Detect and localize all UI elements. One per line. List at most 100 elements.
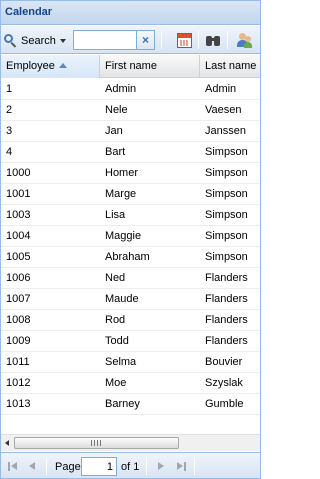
page-count-label: of 1	[121, 461, 140, 473]
clear-search-button[interactable]: ×	[137, 30, 155, 50]
table-cell: 1009	[6, 335, 31, 347]
table-cell: 1013	[6, 398, 31, 410]
table-cell: Bouvier	[205, 356, 243, 368]
table-cell: Todd	[105, 335, 129, 347]
scroll-left-icon[interactable]	[5, 440, 9, 446]
calendar-button[interactable]	[173, 30, 195, 50]
table-row[interactable]: 1013 Barney Gumble	[1, 394, 260, 415]
table-cell: Janssen	[205, 125, 246, 137]
search-input[interactable]	[73, 30, 137, 50]
pager-separator	[146, 458, 147, 475]
table-cell: 1011	[6, 356, 30, 368]
table-cell: Rod	[105, 314, 126, 326]
next-page-icon[interactable]	[155, 461, 167, 473]
table-row[interactable]: 1009 Todd Flanders	[1, 331, 260, 352]
table-row[interactable]: 1001 Marge Simpson	[1, 184, 260, 205]
search-button-label: Search	[21, 34, 56, 47]
toolbar-separator	[227, 31, 228, 49]
last-page-icon[interactable]	[176, 461, 188, 473]
search-menu-button[interactable]: Search	[4, 32, 66, 49]
horizontal-scrollbar[interactable]	[1, 434, 260, 451]
first-page-icon[interactable]	[7, 461, 19, 473]
paging-toolbar: Page of 1	[1, 452, 260, 478]
dropdown-arrow-icon	[59, 38, 66, 43]
table-cell: 1006	[6, 272, 31, 284]
table-cell: Vaesen	[205, 104, 242, 116]
table-row[interactable]: 1004 Maggie Simpson	[1, 226, 260, 247]
table-cell: Flanders	[205, 293, 248, 305]
search-icon	[4, 33, 18, 48]
column-header-first-name[interactable]: First name	[100, 55, 200, 78]
table-row[interactable]: 4 Bart Simpson	[1, 142, 260, 163]
table-row[interactable]: 1 Admin Admin	[1, 79, 260, 100]
table-cell: 3	[6, 125, 13, 137]
table-cell: Abraham	[105, 251, 150, 263]
table-cell: Ned	[105, 272, 126, 284]
table-row[interactable]: 1008 Rod Flanders	[1, 310, 260, 331]
table-cell: Moe	[105, 377, 127, 389]
table-row[interactable]: 1012 Moe Szyslak	[1, 373, 260, 394]
column-header-employee[interactable]: Employee	[1, 55, 100, 78]
table-cell: Simpson	[205, 188, 248, 200]
find-button[interactable]	[202, 30, 224, 50]
previous-page-icon[interactable]	[27, 461, 39, 473]
table-cell: Lisa	[105, 209, 126, 221]
pager-separator	[46, 458, 47, 475]
calendar-panel: Calendar Search × Employee First name La…	[0, 0, 261, 479]
grip-icon	[91, 440, 101, 446]
close-icon: ×	[141, 33, 149, 47]
page-label: Page	[55, 461, 81, 473]
table-cell: 1008	[6, 314, 31, 326]
table-cell: Simpson	[205, 146, 248, 158]
users-button[interactable]	[233, 30, 255, 50]
table-row[interactable]: 2 Nele Vaesen	[1, 100, 260, 121]
page-number-input[interactable]	[81, 457, 117, 476]
table-cell: 1000	[6, 167, 31, 179]
column-header-last-name[interactable]: Last name	[200, 55, 260, 78]
table-cell: Maggie	[105, 230, 142, 242]
table-row[interactable]: 1003 Lisa Simpson	[1, 205, 260, 226]
table-cell: Nele	[105, 104, 128, 116]
table-row[interactable]: 1005 Abraham Simpson	[1, 247, 260, 268]
table-cell: Simpson	[205, 167, 248, 179]
table-cell: Maude	[105, 293, 139, 305]
table-cell: 1	[6, 83, 13, 95]
panel-titlebar: Calendar	[1, 1, 260, 25]
table-cell: 2	[6, 104, 13, 116]
users-icon	[236, 32, 252, 48]
table-row[interactable]: 3 Jan Janssen	[1, 121, 260, 142]
table-cell: Admin	[105, 83, 137, 95]
table-cell: Flanders	[205, 335, 248, 347]
toolbar: Search ×	[1, 26, 260, 54]
table-row[interactable]: 1006 Ned Flanders	[1, 268, 260, 289]
toolbar-separator	[161, 31, 162, 49]
table-cell: 1001	[6, 188, 31, 200]
toolbar-separator	[198, 31, 199, 49]
table-cell: 1003	[6, 209, 31, 221]
column-header-label: Last name	[205, 60, 257, 72]
table-cell: Gumble	[205, 398, 244, 410]
table-cell: Homer	[105, 167, 139, 179]
table-cell: Admin	[205, 83, 237, 95]
table-cell: Flanders	[205, 272, 248, 284]
table-row[interactable]: 1011 Selma Bouvier	[1, 352, 260, 373]
table-cell: Szyslak	[205, 377, 243, 389]
table-row[interactable]: 1000 Homer Simpson	[1, 163, 260, 184]
sort-ascending-icon	[58, 62, 67, 68]
table-cell: Simpson	[205, 251, 248, 263]
table-cell: Barney	[105, 398, 140, 410]
table-row[interactable]: 1007 Maude Flanders	[1, 289, 260, 310]
table-cell: Marge	[105, 188, 137, 200]
table-cell: Simpson	[205, 209, 248, 221]
table-cell: Selma	[105, 356, 137, 368]
panel-title: Calendar	[5, 6, 53, 18]
calendar-icon	[176, 32, 192, 48]
table-cell: Simpson	[205, 230, 248, 242]
binoculars-icon	[205, 34, 221, 47]
table-cell: 1007	[6, 293, 31, 305]
table-cell: 1012	[6, 377, 31, 389]
scrollbar-thumb[interactable]	[14, 437, 179, 449]
table-cell: 1004	[6, 230, 31, 242]
table-cell: 1005	[6, 251, 31, 263]
column-header-label: Employee	[6, 60, 55, 72]
